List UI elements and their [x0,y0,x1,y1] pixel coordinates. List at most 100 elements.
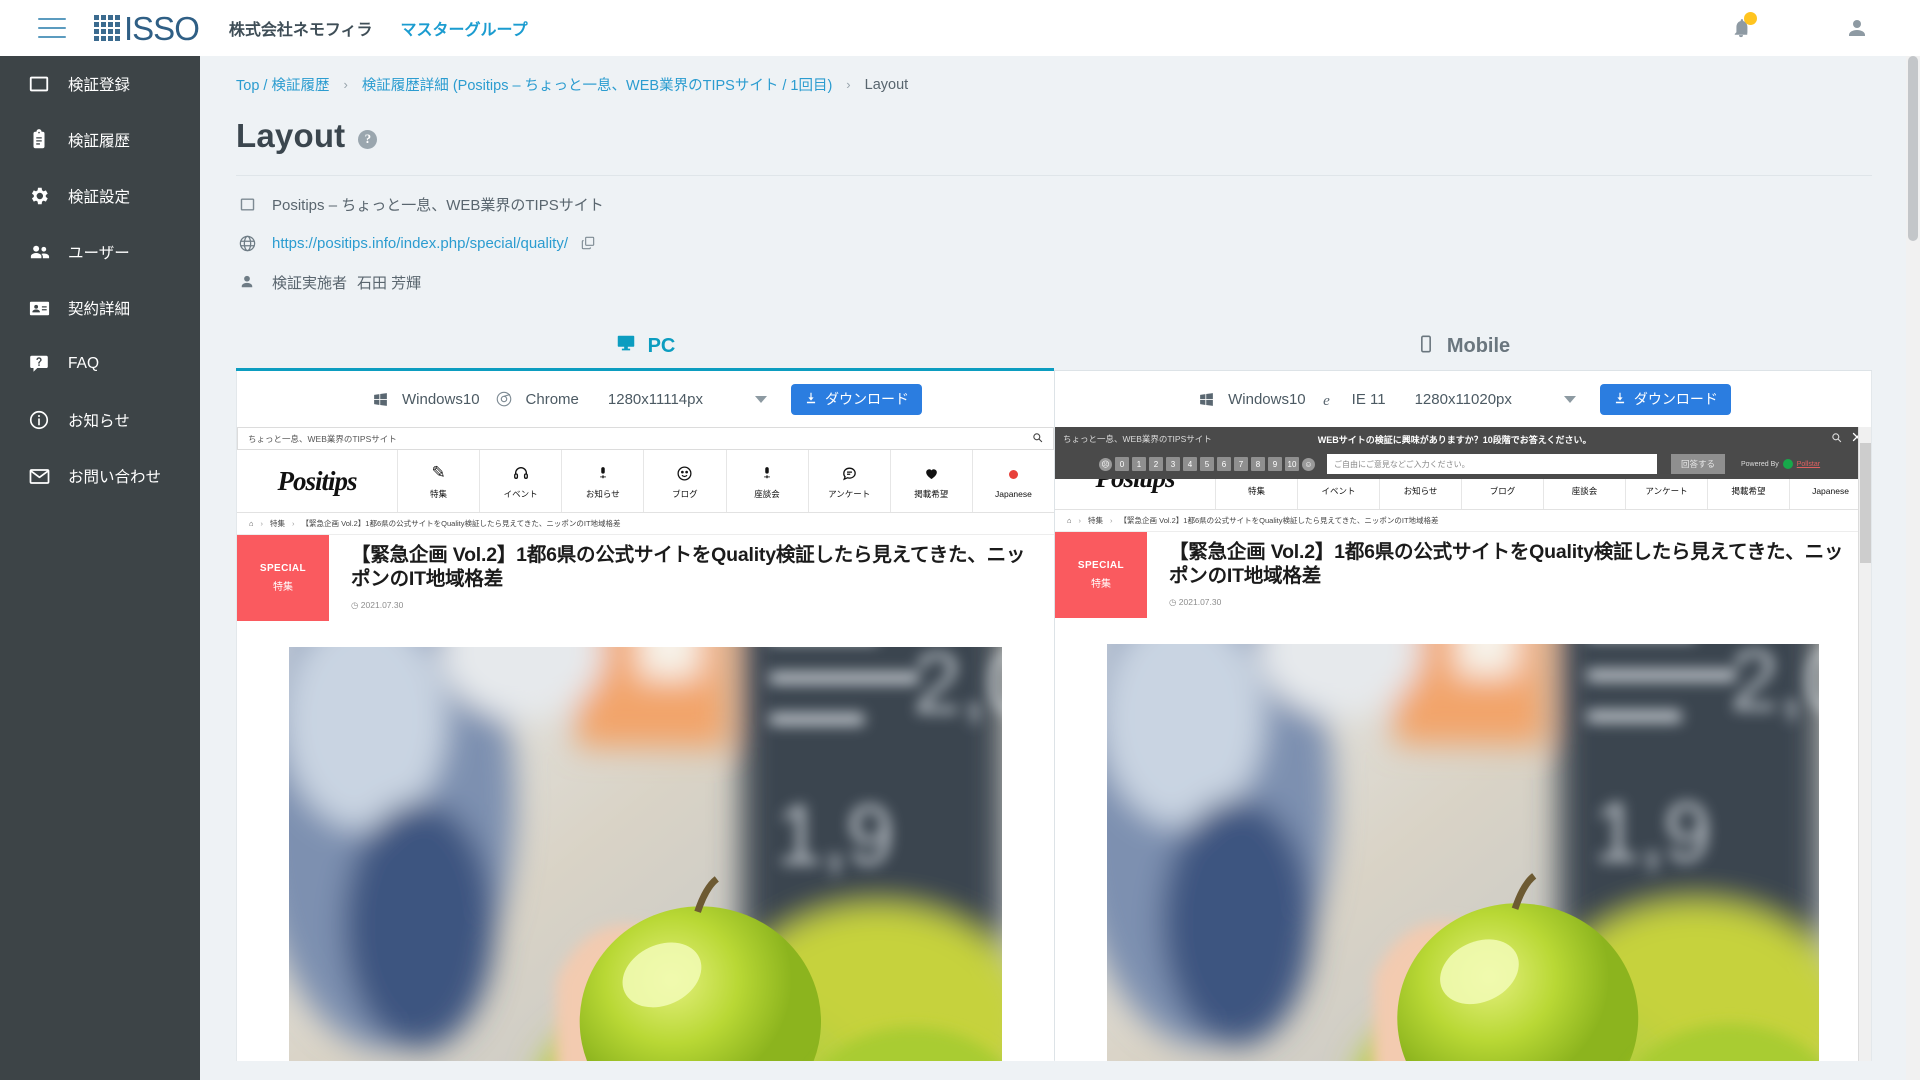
ie-scrollbar-thumb[interactable] [1860,443,1871,563]
download-button-ie11[interactable]: ダウンロード [1599,383,1731,415]
page-scrollbar-thumb[interactable] [1908,56,1918,241]
flag-jp-icon [1008,464,1018,485]
download-icon [1613,391,1627,408]
captured-nav-item-zadankai[interactable]: 座談会 [725,450,808,512]
survey-powered-by: Powered By Pollstar [1741,459,1820,469]
search-icon [1032,432,1043,445]
captured-nav-label: ブログ [1489,485,1516,496]
app-logo[interactable]: ISSO [94,12,200,45]
sidebar-item-contract[interactable]: 契約詳細 [0,280,200,336]
special-badge: SPECIAL 特集 [1055,532,1147,618]
survey-happy-face[interactable]: ☺ [1302,457,1315,471]
chrome-screenshot[interactable]: ちょっと一息、WEB業界のTIPSサイト Positips ✎ 特集 イベント … [237,427,1054,1061]
sidebar-item-kenshou-rireki[interactable]: 検証履歴 [0,112,200,168]
captured-nav-item-oshirase[interactable]: お知らせ [561,450,643,512]
sidebar-item-label: 検証設定 [68,189,131,206]
sidebar-item-label: 検証登録 [68,77,131,94]
survey-scale-4[interactable]: 4 [1183,457,1197,471]
captured-article-date: ◷ 2021.07.30 [1169,597,1849,608]
copy-icon[interactable] [580,235,596,251]
breadcrumb-item-detail[interactable]: 検証履歴詳細 (Positips – ちょっと一息、WEB業界のTIPSサイト … [362,74,832,95]
help-tooltip-icon[interactable]: ? [358,129,378,149]
tester-row: 検証実施者 石田 芳輝 [200,271,1908,293]
captured-nav-label: Japanese [1812,485,1849,496]
captured-article-hero-ie: SPECIAL 特集 【緊急企画 Vol.2】1都6県の公式サイトをQualit… [1055,532,1871,618]
pane-ie11-browser: IE 11 [1351,390,1386,408]
survey-scale-6[interactable]: 6 [1217,457,1231,471]
captured-nav-item-blog[interactable]: ブログ [643,450,725,512]
survey-scale-10[interactable]: 10 [1285,457,1299,471]
sidebar-item-users[interactable]: ユーザー [0,224,200,280]
survey-comment-input[interactable]: ご自由にご意見などご入力ください。 [1327,454,1657,474]
breadcrumb-item-top[interactable]: Top / 検証履歴 [236,74,329,95]
gear-icon [26,183,52,209]
breadcrumb-separator: › [846,77,851,92]
sidebar-item-kenshou-touroku[interactable]: 検証登録 [0,56,200,112]
survey-scale-7[interactable]: 7 [1234,457,1248,471]
tab-mobile[interactable]: Mobile [1054,323,1872,370]
breadcrumb-item-current: Layout [864,76,909,93]
feather-icon: ✎ [431,463,446,482]
tab-mobile-label: Mobile [1446,335,1511,357]
mail-icon [26,463,52,489]
breadcrumb: Top / 検証履歴 › 検証履歴詳細 (Positips – ちょっと一息、W… [200,56,1908,95]
special-badge-bottom: 特集 [1091,579,1111,590]
captured-nav-item-tokushu[interactable]: ✎ 特集 [397,450,479,512]
search-icon[interactable] [1831,430,1842,448]
pane-chrome-os: Windows10 [402,390,480,408]
window-icon [236,193,258,215]
survey-scale-5[interactable]: 5 [1200,457,1214,471]
captured-nav-item-event[interactable]: イベント [479,450,561,512]
captured-breadcrumb-item: 特集 [1088,516,1104,525]
pane-chrome-resolution: 1280x11114px [607,390,703,408]
mobile-icon [1416,334,1436,360]
survey-scale-2[interactable]: 2 [1149,457,1163,471]
help-icon[interactable] [1784,13,1814,43]
account-icon[interactable] [1842,13,1872,43]
ie-scrollbar[interactable] [1858,427,1871,1061]
chevron-down-icon[interactable] [755,395,767,403]
sidebar-item-faq[interactable]: FAQ [0,336,200,392]
divider [236,175,1872,176]
survey-scale-3[interactable]: 3 [1166,457,1180,471]
pane-ie11-toolbar: Windows10 e IE 11 1280x11020px ダウンロード [1055,371,1871,427]
pollstar-brand[interactable]: Pollstar [1797,461,1820,468]
captured-article-date-value: 2021.07.30 [360,600,404,611]
sidebar-item-news[interactable]: お知らせ [0,392,200,448]
page-scrollbar[interactable] [1906,56,1920,1080]
chevron-down-icon[interactable] [1563,395,1576,403]
headphones-icon [513,463,529,484]
sidebar-item-kenshou-settei[interactable]: 検証設定 [0,168,200,224]
survey-scale-8[interactable]: 8 [1251,457,1265,471]
download-button-chrome[interactable]: ダウンロード [791,383,922,415]
svg-text:2,0: 2,0 [1730,644,1819,729]
sidebar-item-label: 契約詳細 [68,301,131,318]
survey-scale-9[interactable]: 9 [1268,457,1282,471]
windows-icon [369,388,391,410]
captured-article-title: 【緊急企画 Vol.2】1都6県の公式サイトをQuality検証したら見えてきた… [1169,541,1844,588]
captured-nav-item-language[interactable]: Japanese [971,450,1054,512]
mic-icon [596,463,610,484]
captured-article-hero: SPECIAL 特集 【緊急企画 Vol.2】1都6県の公式サイトをQualit… [237,535,1054,621]
survey-sad-face[interactable]: ☹ [1099,457,1112,471]
pane-ie11-os: Windows10 [1228,390,1306,408]
site-url-link[interactable]: https://positips.info/index.php/special/… [272,235,568,252]
captured-nav-item-enquete[interactable]: アンケート [807,450,890,512]
survey-scale-1[interactable]: 1 [1132,457,1146,471]
tab-pc[interactable]: PC [236,323,1054,371]
notification-badge [1744,12,1757,25]
hamburger-icon[interactable] [38,18,66,38]
group-name[interactable]: マスターグループ [401,16,528,40]
download-icon [804,391,818,408]
captured-search-bar: ちょっと一息、WEB業界のTIPSサイト [237,427,1054,450]
survey-submit-button[interactable]: 回答する [1671,454,1725,474]
captured-nav-item-keisai[interactable]: 掲載希望 [889,450,972,512]
svg-text:2,0: 2,0 [913,647,1002,732]
survey-scale-0[interactable]: 0 [1115,457,1129,471]
sidebar-item-contact[interactable]: お問い合わせ [0,448,200,504]
site-name: Positips – ちょっと一息、WEB業界のTIPSサイト [272,196,604,214]
ie11-screenshot[interactable]: ちょっと一息、WEB業界のTIPSサイト WEBサイトの検証に興味がありますか？… [1055,427,1871,1061]
svg-text:1,9: 1,9 [776,788,894,883]
captured-nav-label: イベント [503,488,538,499]
bell-icon[interactable] [1726,12,1757,43]
